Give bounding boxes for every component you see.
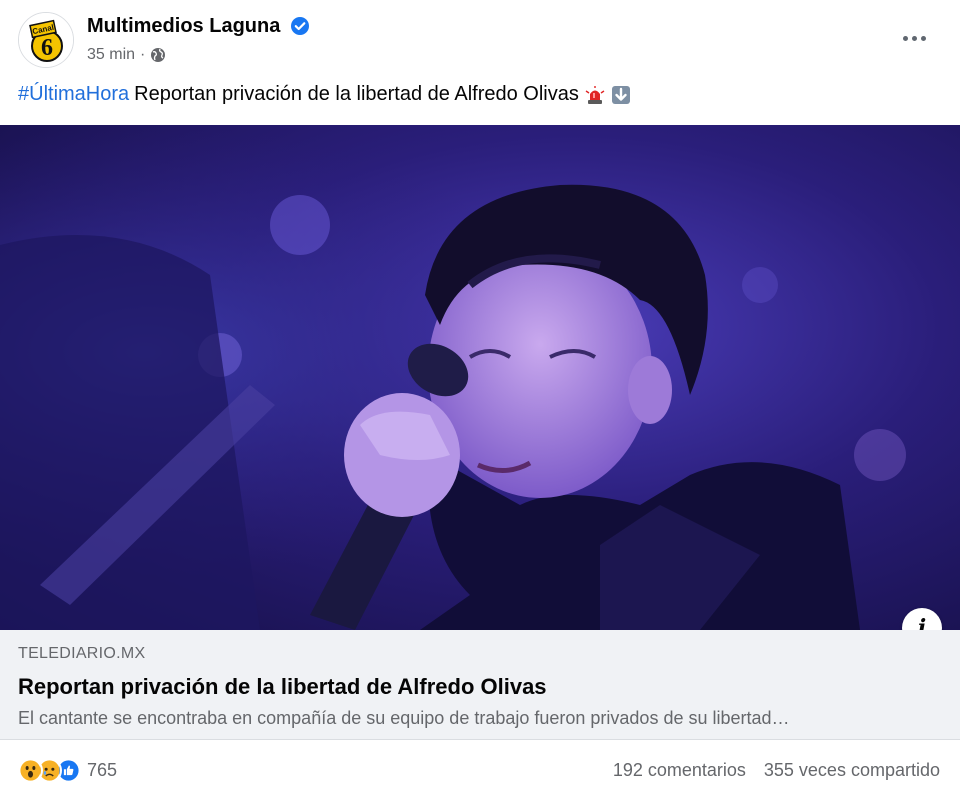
engagement-bar: 765 192 comentarios 355 veces compartido (0, 740, 960, 794)
link-domain: TELEDIARIO.MX (18, 645, 146, 662)
post-header: Canal 6 Multimedios Laguna 35 min · (0, 0, 960, 72)
wow-reaction-icon (18, 757, 43, 783)
meta-separator: · (140, 46, 146, 63)
down-arrow-icon (611, 85, 630, 104)
page-name[interactable]: Multimedios Laguna (87, 15, 280, 38)
caption-text: Reportan privación de la libertad de Alf… (134, 83, 579, 105)
avatar-text-number: 6 (41, 35, 53, 61)
post-meta: 35 min · (87, 46, 166, 64)
shares-count[interactable]: 355 veces compartido (764, 760, 940, 781)
hashtag-link[interactable]: #ÚltimaHora (18, 83, 129, 106)
link-preview[interactable]: TELEDIARIO.MX Reportan privación de la l… (0, 630, 960, 740)
link-description: El cantante se encontraba en compañía de… (18, 708, 790, 728)
reactions-summary[interactable]: 765 (18, 757, 117, 783)
police-light-icon (585, 85, 605, 104)
facebook-post: Canal 6 Multimedios Laguna 35 min · #Últ… (0, 0, 960, 794)
verified-badge-icon (291, 17, 309, 35)
comments-count[interactable]: 192 comentarios (613, 760, 746, 781)
singer-photo (0, 125, 960, 630)
post-caption: #ÚltimaHora Reportan privación de la lib… (18, 83, 631, 106)
more-options-icon[interactable] (892, 24, 936, 52)
page-avatar[interactable]: Canal 6 (18, 12, 74, 68)
post-image[interactable] (0, 125, 960, 630)
globe-icon (151, 48, 166, 62)
post-stats: 192 comentarios 355 veces compartido (613, 760, 940, 781)
reaction-count: 765 (87, 759, 118, 780)
post-timestamp[interactable]: 35 min (87, 46, 135, 64)
link-title[interactable]: Reportan privación de la libertad de Alf… (18, 674, 547, 700)
